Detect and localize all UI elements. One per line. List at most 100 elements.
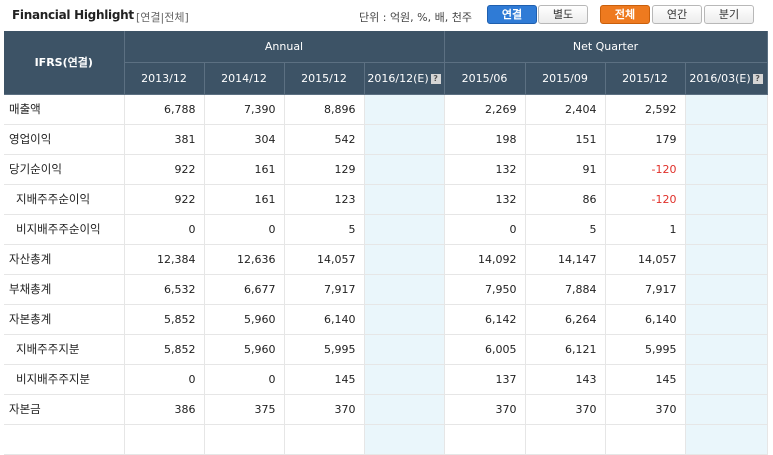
table-cell — [284, 424, 365, 455]
table-cell — [685, 154, 768, 185]
table-cell — [685, 304, 768, 335]
table-row: 부채총계 6,532 6,677 7,917 7,950 7,884 7,917 — [4, 274, 768, 305]
table-cell — [685, 184, 768, 215]
table-cell — [204, 424, 285, 455]
table-cell: 386 — [124, 394, 205, 425]
table-row: 매출액 6,788 7,390 8,896 2,269 2,404 2,592 — [4, 94, 768, 125]
table-cell — [364, 274, 445, 305]
table-cell: 8,896 — [284, 94, 365, 125]
table-cell: -120 — [605, 154, 686, 185]
table-cell: 381 — [124, 124, 205, 155]
table-cell: 0 — [204, 214, 285, 245]
row-label[interactable]: 비지배주주순이익 — [4, 214, 125, 245]
table-cell: 0 — [444, 214, 526, 245]
table-cell: 151 — [525, 124, 606, 155]
table-cell: 137 — [444, 364, 526, 395]
period-label: 2015/06 — [461, 71, 508, 85]
help-icon[interactable]: ? — [752, 73, 763, 84]
table-cell — [685, 124, 768, 155]
row-label[interactable]: 비지배주주지분 — [4, 364, 125, 395]
table-cell: 12,384 — [124, 244, 205, 275]
quarter-period-header: 2016/03(E)? — [685, 62, 768, 95]
period-quarter-button[interactable]: 분기 — [704, 5, 754, 24]
annual-period-header: 2013/12 — [124, 62, 205, 95]
table-cell — [364, 94, 445, 125]
table-cell: 6,677 — [204, 274, 285, 305]
table-cell: 5,852 — [124, 304, 205, 335]
period-label: 2015/12 — [622, 71, 668, 85]
table-cell: 6,140 — [284, 304, 365, 335]
table-cell: 132 — [444, 154, 526, 185]
separate-button[interactable]: 별도 — [538, 5, 588, 24]
table-cell: 7,917 — [284, 274, 365, 305]
period-label: 2013/12 — [141, 71, 187, 85]
period-label: 2014/12 — [221, 71, 267, 85]
table-cell — [364, 364, 445, 395]
row-label[interactable]: 영업이익 — [4, 124, 125, 155]
table-cell: 0 — [124, 214, 205, 245]
table-cell: 123 — [284, 184, 365, 215]
table-cell: 143 — [525, 364, 606, 395]
annual-period-header: 2014/12 — [204, 62, 285, 95]
table-cell — [685, 274, 768, 305]
table-cell — [605, 424, 686, 455]
table-row: 지배주주순이익 922 161 123 132 86 -120 — [4, 184, 768, 215]
table-cell: 198 — [444, 124, 526, 155]
table-cell: 14,092 — [444, 244, 526, 275]
row-label[interactable]: 매출액 — [4, 94, 125, 125]
table-cell — [525, 424, 606, 455]
period-all-button[interactable]: 전체 — [600, 5, 650, 24]
row-label[interactable]: 부채총계 — [4, 274, 125, 305]
row-label[interactable]: 자산총계 — [4, 244, 125, 275]
table-cell: 370 — [525, 394, 606, 425]
table-cell — [444, 424, 526, 455]
table-cell: 14,057 — [605, 244, 686, 275]
row-label[interactable]: 당기순이익 — [4, 154, 125, 185]
table-cell: 5,995 — [284, 334, 365, 365]
period-label: 2015/12 — [301, 71, 347, 85]
table-row: 영업이익 381 304 542 198 151 179 — [4, 124, 768, 155]
table-cell: 145 — [605, 364, 686, 395]
consolidated-button[interactable]: 연결 — [487, 5, 537, 24]
annual-period-header: 2015/12 — [284, 62, 365, 95]
financial-highlight-table: IFRS(연결) Annual Net Quarter 2013/12 2014/… — [4, 31, 768, 455]
table-cell — [364, 154, 445, 185]
table-cell: 7,950 — [444, 274, 526, 305]
period-label: 2016/03(E) — [689, 71, 751, 85]
table-cell: 304 — [204, 124, 285, 155]
annual-period-header: 2016/12(E)? — [364, 62, 445, 95]
section-subtitle: [연결|전체] — [136, 11, 189, 24]
table-cell: 922 — [124, 184, 205, 215]
table-cell: 6,140 — [605, 304, 686, 335]
unit-label: 단위 : 억원, %, 배, 천주 — [359, 11, 472, 24]
table-row: 지배주주지분 5,852 5,960 5,995 6,005 6,121 5,995 — [4, 334, 768, 365]
table-cell: 7,917 — [605, 274, 686, 305]
table-cell: 0 — [124, 364, 205, 395]
period-annual-button[interactable]: 연간 — [652, 5, 702, 24]
table-row: 비지배주주순이익 0 0 5 0 5 1 — [4, 214, 768, 245]
table-cell: 6,005 — [444, 334, 526, 365]
table-cell: 542 — [284, 124, 365, 155]
table-cell: 14,147 — [525, 244, 606, 275]
table-cell: 161 — [204, 154, 285, 185]
table-row — [4, 424, 768, 455]
help-icon[interactable]: ? — [430, 73, 441, 84]
table-row: 자본금 386 375 370 370 370 370 — [4, 394, 768, 425]
row-label[interactable]: 자본총계 — [4, 304, 125, 335]
table-cell: 6,532 — [124, 274, 205, 305]
table-cell: 1 — [605, 214, 686, 245]
row-label[interactable]: 자본금 — [4, 394, 125, 425]
table-cell: 179 — [605, 124, 686, 155]
table-cell: 2,404 — [525, 94, 606, 125]
table-cell: 0 — [204, 364, 285, 395]
table-cell: 7,390 — [204, 94, 285, 125]
table-cell — [364, 184, 445, 215]
table-cell — [685, 424, 768, 455]
row-label[interactable]: 지배주주지분 — [4, 334, 125, 365]
table-cell: 91 — [525, 154, 606, 185]
table-cell: 922 — [124, 154, 205, 185]
quarter-group-header: Net Quarter — [444, 31, 768, 63]
table-cell: 6,121 — [525, 334, 606, 365]
table-cell — [364, 394, 445, 425]
row-label[interactable]: 지배주주순이익 — [4, 184, 125, 215]
